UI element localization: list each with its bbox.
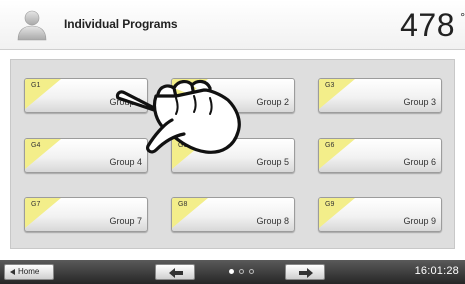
header-bar: Individual Programs 478 ° xyxy=(0,0,465,50)
program-button-g8[interactable]: G8 Group 8 xyxy=(171,197,295,232)
page-title: Individual Programs xyxy=(64,17,178,31)
footer-bar: Home 16:01:28 xyxy=(0,260,465,284)
program-code: G5 xyxy=(178,142,188,149)
program-code: G4 xyxy=(31,142,41,149)
page-dot-active xyxy=(229,269,234,274)
program-button-g1[interactable]: G1 Group 1 xyxy=(24,78,148,113)
page-dot xyxy=(249,269,254,274)
program-button-g2[interactable]: G2 Group 2 xyxy=(171,78,295,113)
program-label: Group 3 xyxy=(403,97,436,107)
arrow-right-icon xyxy=(299,268,313,278)
program-code: G6 xyxy=(325,142,335,149)
user-icon xyxy=(17,10,47,41)
temperature-unit: ° xyxy=(460,10,465,24)
program-label: Group 5 xyxy=(256,157,289,167)
program-label: Group 4 xyxy=(109,157,142,167)
home-label: Home xyxy=(18,267,40,276)
program-label: Group 6 xyxy=(403,157,436,167)
program-button-g9[interactable]: G9 Group 9 xyxy=(318,197,442,232)
program-label: Group 7 xyxy=(109,216,142,226)
program-label: Group 8 xyxy=(256,216,289,226)
program-label: Group 2 xyxy=(256,97,289,107)
program-code: G2 xyxy=(178,82,188,89)
program-button-g4[interactable]: G4 Group 4 xyxy=(24,138,148,173)
program-button-g6[interactable]: G6 Group 6 xyxy=(318,138,442,173)
program-code: G1 xyxy=(31,82,41,89)
arrow-left-icon xyxy=(169,268,183,278)
home-button[interactable]: Home xyxy=(4,264,54,280)
program-button-g5[interactable]: G5 Group 5 xyxy=(171,138,295,173)
temperature-readout: 478 xyxy=(400,7,455,43)
triangle-left-icon xyxy=(10,269,15,275)
page-indicator xyxy=(229,269,259,275)
program-label: Group 9 xyxy=(403,216,436,226)
program-code: G8 xyxy=(178,201,188,208)
page-dot xyxy=(239,269,244,274)
program-button-g3[interactable]: G3 Group 3 xyxy=(318,78,442,113)
program-code: G3 xyxy=(325,82,335,89)
next-page-button[interactable] xyxy=(285,264,325,280)
program-code: G7 xyxy=(31,201,41,208)
program-screen: Individual Programs 478 ° G1 Group 1 G2 … xyxy=(0,0,465,284)
previous-page-button[interactable] xyxy=(155,264,195,280)
program-button-g7[interactable]: G7 Group 7 xyxy=(24,197,148,232)
program-grid: G1 Group 1 G2 Group 2 G3 Group 3 G4 Grou… xyxy=(10,59,455,249)
program-label: Group 1 xyxy=(109,97,142,107)
clock: 16:01:28 xyxy=(414,265,459,277)
program-code: G9 xyxy=(325,201,335,208)
